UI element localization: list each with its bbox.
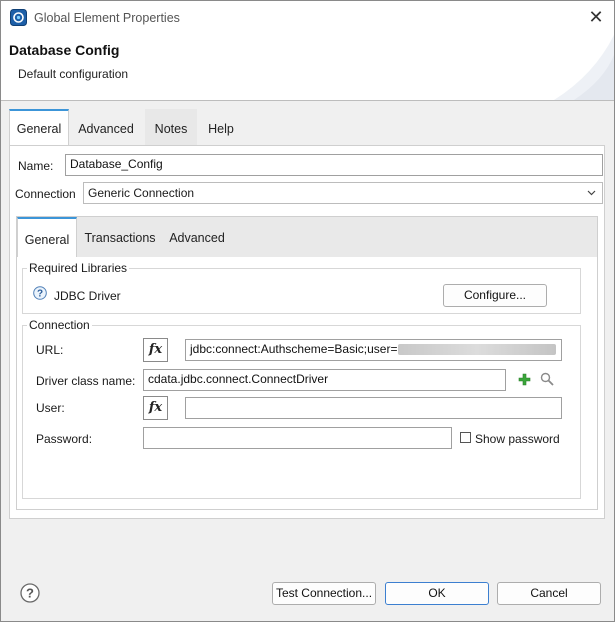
- show-password-label: Show password: [475, 432, 560, 446]
- inner-tab-general[interactable]: General: [17, 217, 77, 257]
- help-icon: ?: [33, 286, 47, 300]
- name-input[interactable]: Database_Config: [65, 154, 603, 176]
- driver-class-label: Driver class name:: [36, 374, 136, 388]
- main-content: General Advanced Notes Help Name: Databa…: [9, 105, 605, 565]
- connection-select-value: Generic Connection: [88, 186, 195, 200]
- driver-class-input[interactable]: cdata.jdbc.connect.ConnectDriver: [143, 369, 506, 391]
- url-input[interactable]: jdbc:connect:Authscheme=Basic;user=: [185, 339, 562, 361]
- add-icon[interactable]: [518, 373, 531, 386]
- main-tabs: General Advanced Notes Help: [9, 105, 605, 145]
- tab-general[interactable]: General: [9, 109, 69, 145]
- search-icon[interactable]: [540, 372, 554, 386]
- redacted-url-segment: [398, 344, 557, 356]
- connection-select[interactable]: Generic Connection: [83, 182, 603, 204]
- general-tab-panel: Name: Database_Config Connection Generic…: [9, 145, 605, 519]
- url-value: jdbc:connect:Authscheme=Basic;user=: [190, 342, 398, 356]
- test-connection-button[interactable]: Test Connection...: [272, 582, 376, 605]
- user-fx-button[interactable]: fx: [143, 396, 168, 420]
- required-libraries-group: Required Libraries ? JDBC Driver Configu…: [22, 261, 581, 314]
- svg-text:?: ?: [37, 289, 43, 300]
- connection-group-title: Connection: [27, 318, 92, 332]
- ok-button[interactable]: OK: [385, 582, 489, 605]
- password-label: Password:: [36, 432, 93, 446]
- window-title: Global Element Properties: [34, 11, 180, 25]
- global-element-properties-dialog: Global Element Properties ✕ Database Con…: [0, 0, 615, 622]
- configure-button[interactable]: Configure...: [443, 284, 547, 307]
- user-input[interactable]: [185, 397, 562, 419]
- chevron-down-icon: [587, 190, 596, 196]
- connection-group: Connection URL: fx jdbc:connect:Authsche…: [22, 318, 581, 499]
- inner-tabs: General Transactions Advanced: [17, 217, 597, 257]
- app-icon: [10, 9, 27, 26]
- name-label: Name:: [18, 159, 54, 173]
- help-icon[interactable]: ?: [20, 583, 40, 603]
- connection-label: Connection: [15, 187, 76, 201]
- tab-notes[interactable]: Notes: [145, 109, 197, 145]
- url-fx-button[interactable]: fx: [143, 338, 168, 362]
- banner-decoration: [554, 35, 614, 100]
- url-label: URL:: [36, 343, 64, 357]
- header-description: Default configuration: [18, 67, 129, 81]
- dialog-header: Database Config Default configuration: [1, 35, 614, 101]
- show-password-checkbox[interactable]: [460, 432, 471, 443]
- jdbc-driver-label: JDBC Driver: [54, 289, 121, 303]
- tab-advanced[interactable]: Advanced: [70, 109, 142, 145]
- title-bar: Global Element Properties ✕: [1, 1, 614, 35]
- required-libraries-title: Required Libraries: [27, 261, 130, 275]
- close-icon[interactable]: ✕: [586, 7, 606, 27]
- tab-help[interactable]: Help: [200, 109, 242, 145]
- user-label: User:: [36, 401, 65, 415]
- inner-tab-advanced[interactable]: Advanced: [165, 217, 229, 257]
- password-input[interactable]: [143, 427, 452, 449]
- svg-text:?: ?: [26, 586, 34, 601]
- cancel-button[interactable]: Cancel: [497, 582, 601, 605]
- inner-tab-transactions[interactable]: Transactions: [81, 217, 159, 257]
- connection-config-panel: General Transactions Advanced Required L…: [16, 216, 598, 510]
- header-title: Database Config: [9, 42, 120, 58]
